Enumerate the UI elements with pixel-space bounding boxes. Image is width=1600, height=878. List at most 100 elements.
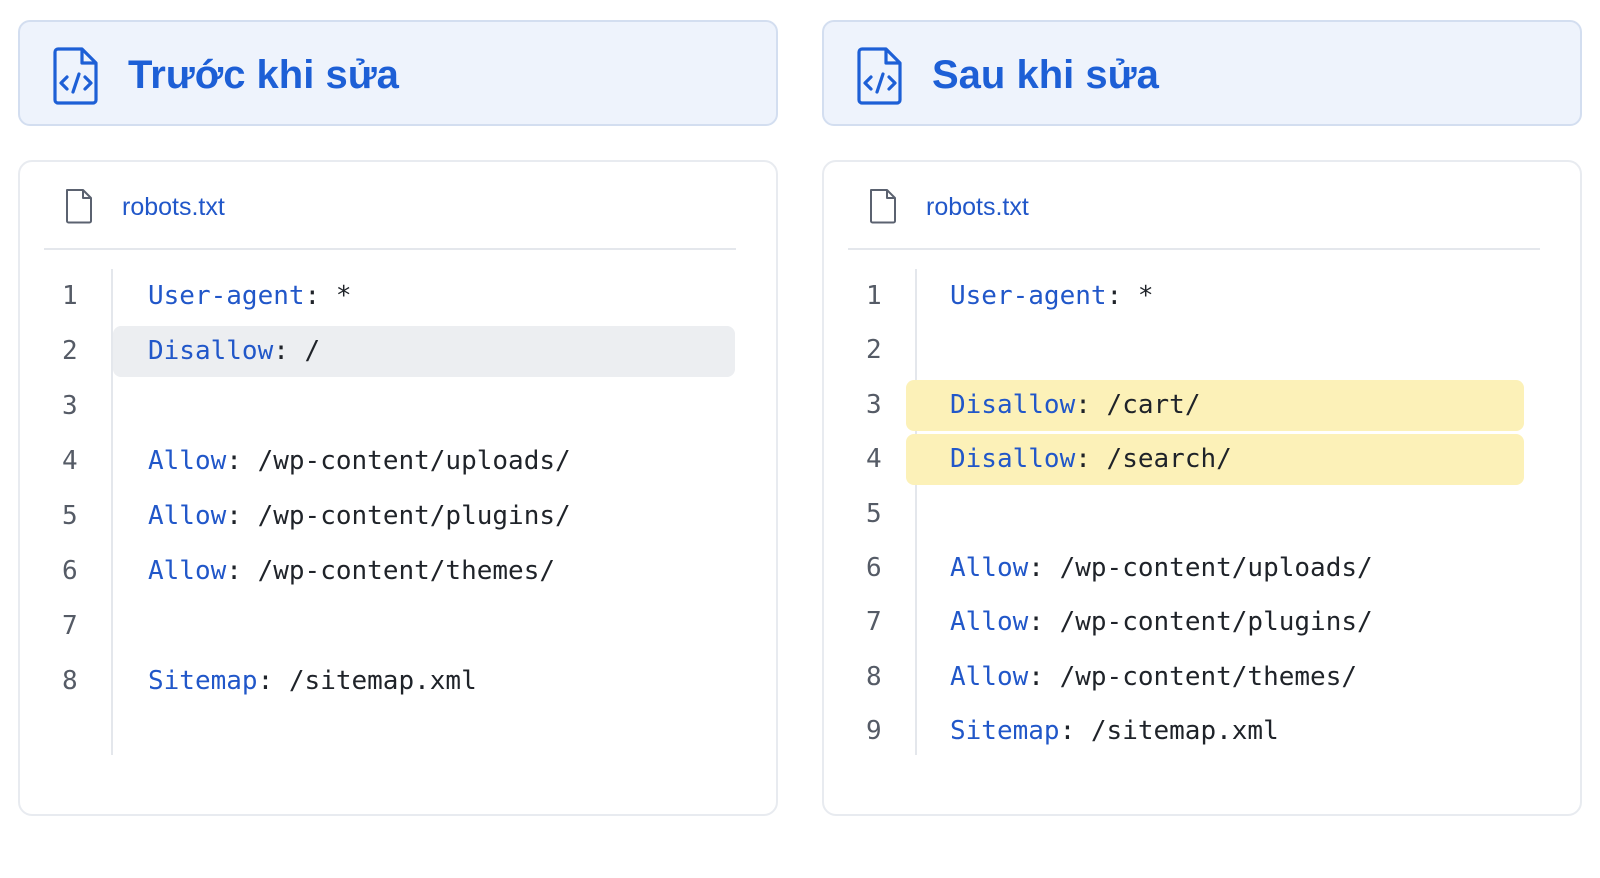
code-line: 9 Sitemap: /sitemap.xml xyxy=(824,704,1580,758)
document-icon xyxy=(870,189,896,224)
line-number: 7 xyxy=(62,611,78,641)
code-line: 3 Disallow: /cart/ xyxy=(824,378,1580,432)
code-line: 2 xyxy=(824,323,1580,377)
line-number: 6 xyxy=(866,552,882,583)
directive-separator: : xyxy=(1059,716,1091,747)
code-line: 4 Allow: /wp-content/uploads/ xyxy=(20,434,776,489)
directive-value: /wp-content/plugins/ xyxy=(1059,607,1373,638)
panel-title: Trước khi sửa xyxy=(128,53,399,97)
directive-key: Allow xyxy=(148,556,227,586)
line-number: 4 xyxy=(62,446,78,476)
line-content: Disallow: /cart/ xyxy=(950,378,1200,432)
directive-separator: : xyxy=(226,556,258,586)
line-number: 9 xyxy=(866,716,882,747)
line-number: 2 xyxy=(62,336,78,366)
line-number: 3 xyxy=(866,389,882,420)
directive-value: /wp-content/uploads/ xyxy=(1059,552,1373,583)
directive-key: Allow xyxy=(950,607,1029,638)
line-content: Allow: /wp-content/plugins/ xyxy=(950,595,1373,649)
line-number: 8 xyxy=(62,666,78,696)
directive-separator: : xyxy=(273,336,305,366)
directive-separator: : xyxy=(1028,661,1060,692)
directive-value: * xyxy=(335,281,352,311)
code-line: 6 Allow: /wp-content/uploads/ xyxy=(824,541,1580,595)
file-name: robots.txt xyxy=(122,193,225,221)
directive-key: Disallow xyxy=(148,336,274,366)
directive-key: Allow xyxy=(148,446,227,476)
code-file-icon xyxy=(53,47,98,105)
code-lines: 1 User-agent: * 2 3 Disallow: /cart/4 Disallo… xyxy=(824,269,1580,759)
directive-key: Sitemap xyxy=(950,716,1060,747)
panel-header: Trước khi sửa xyxy=(18,20,778,126)
line-content: Allow: /wp-content/uploads/ xyxy=(950,541,1373,595)
line-number: 4 xyxy=(866,444,882,475)
line-number: 5 xyxy=(62,501,78,531)
directive-key: Sitemap xyxy=(148,666,258,696)
file-tab[interactable]: robots.txt xyxy=(44,162,736,250)
directive-separator: : xyxy=(1075,389,1107,420)
line-number: 1 xyxy=(62,281,78,311)
line-number: 5 xyxy=(866,498,882,529)
code-viewer: robots.txt 1 User-agent: * 2 3 Disallow: /ca… xyxy=(822,160,1582,816)
file-name: robots.txt xyxy=(926,193,1029,221)
line-content: Allow: /wp-content/uploads/ xyxy=(148,434,571,489)
line-number: 6 xyxy=(62,556,78,586)
code-line: 8 Sitemap: /sitemap.xml xyxy=(20,654,776,709)
directive-separator: : xyxy=(226,501,258,531)
code-viewer: robots.txt 1 User-agent: * 2 Disallow: / 3 4 A… xyxy=(18,160,778,816)
line-content: Allow: /wp-content/plugins/ xyxy=(148,489,571,544)
code-line: 2 Disallow: / xyxy=(20,324,776,379)
line-content: Disallow: /search/ xyxy=(950,432,1232,486)
line-number: 7 xyxy=(866,607,882,638)
directive-value: * xyxy=(1137,281,1154,311)
code-line: 7 xyxy=(20,599,776,654)
file-tab[interactable]: robots.txt xyxy=(848,162,1540,250)
code-file-icon xyxy=(857,47,902,105)
line-number: 3 xyxy=(62,391,78,421)
line-number: 1 xyxy=(866,281,882,311)
code-line: 1 User-agent: * xyxy=(824,269,1580,323)
panel-after: Sau khi sửa robots.txt 1 User-agent: * 2 3 D… xyxy=(822,0,1582,878)
line-number: 2 xyxy=(866,335,882,366)
directive-separator: : xyxy=(1028,552,1060,583)
directive-key: Allow xyxy=(950,552,1029,583)
directive-key: User-agent xyxy=(148,281,305,311)
directive-value: /sitemap.xml xyxy=(1090,716,1279,747)
code-line: 3 xyxy=(20,379,776,434)
directive-value: /search/ xyxy=(1106,444,1232,475)
directive-value: /wp-content/themes/ xyxy=(1059,661,1358,692)
directive-value: /wp-content/themes/ xyxy=(257,556,556,586)
directive-separator: : xyxy=(1075,444,1107,475)
directive-value: /wp-content/uploads/ xyxy=(257,446,571,476)
code-line: 1 User-agent: * xyxy=(20,269,776,324)
directive-value: / xyxy=(304,336,321,366)
line-content: User-agent: * xyxy=(950,269,1154,323)
line-content: User-agent: * xyxy=(148,269,352,324)
directive-separator: : xyxy=(1028,607,1060,638)
directive-key: Allow xyxy=(148,501,227,531)
line-number: 8 xyxy=(866,661,882,692)
directive-key: User-agent xyxy=(950,281,1107,311)
directive-value: /cart/ xyxy=(1106,389,1201,420)
directive-key: Disallow xyxy=(950,444,1076,475)
line-content: Allow: /wp-content/themes/ xyxy=(148,544,555,599)
directive-separator: : xyxy=(304,281,336,311)
code-line: 6 Allow: /wp-content/themes/ xyxy=(20,544,776,599)
code-line: 8 Allow: /wp-content/themes/ xyxy=(824,650,1580,704)
line-content: Allow: /wp-content/themes/ xyxy=(950,650,1357,704)
code-line: 4 Disallow: /search/ xyxy=(824,432,1580,486)
panel-header: Sau khi sửa xyxy=(822,20,1582,126)
document-icon xyxy=(66,189,92,224)
line-content: Sitemap: /sitemap.xml xyxy=(148,654,477,709)
panel-before: Trước khi sửa robots.txt 1 User-agent: * 2… xyxy=(18,0,778,878)
directive-separator: : xyxy=(1106,281,1138,311)
code-line: 5 xyxy=(824,487,1580,541)
code-line: 5 Allow: /wp-content/plugins/ xyxy=(20,489,776,544)
directive-value: /sitemap.xml xyxy=(288,666,477,696)
directive-key: Allow xyxy=(950,661,1029,692)
line-content: Sitemap: /sitemap.xml xyxy=(950,704,1279,758)
directive-value: /wp-content/plugins/ xyxy=(257,501,571,531)
directive-separator: : xyxy=(226,446,258,476)
code-lines: 1 User-agent: * 2 Disallow: / 3 4 Allow: /wp-c… xyxy=(20,269,776,709)
directive-key: Disallow xyxy=(950,389,1076,420)
